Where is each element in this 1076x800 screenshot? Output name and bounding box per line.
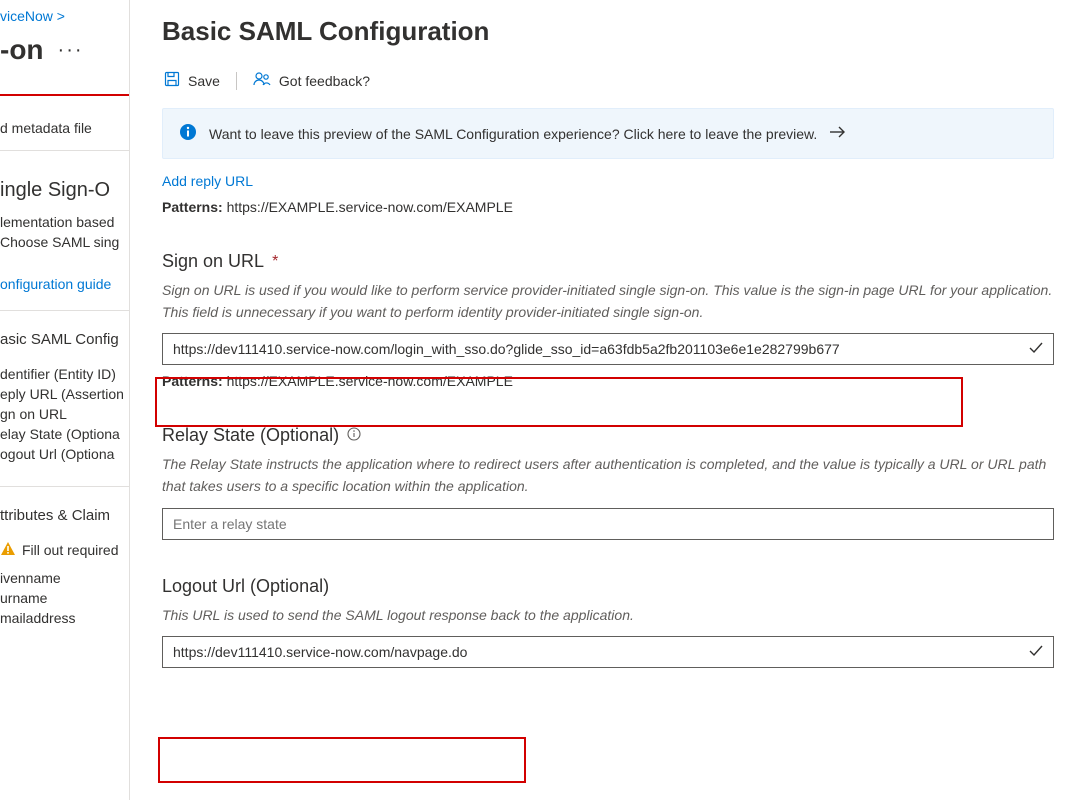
- left-panel: viceNow > -on ··· d metadata file ingle …: [0, 0, 130, 800]
- save-label: Save: [188, 73, 220, 89]
- logout-url-field: Logout Url (Optional) This URL is used t…: [162, 576, 1054, 669]
- toolbar-separator: [236, 72, 237, 90]
- relay-state-description: The Relay State instructs the applicatio…: [162, 454, 1054, 497]
- feedback-icon: [253, 71, 271, 90]
- relay-state-input[interactable]: [162, 508, 1054, 540]
- section-single-signon: ingle Sign-O: [0, 161, 129, 212]
- info-icon[interactable]: [347, 425, 361, 446]
- signon-url-description: Sign on URL is used if you would like to…: [162, 280, 1054, 323]
- logout-url-input[interactable]: [162, 636, 1054, 668]
- required-indicator: *: [272, 253, 278, 271]
- add-reply-url-link[interactable]: Add reply URL: [162, 173, 253, 189]
- relay-state-label: Relay State (Optional): [162, 425, 339, 446]
- relay-state-field: Relay State (Optional) The Relay State i…: [162, 425, 1054, 539]
- list-item: mailaddress: [0, 608, 129, 628]
- logout-url-label: Logout Url (Optional): [162, 576, 329, 597]
- patterns-text: Patterns: https://EXAMPLE.service-now.co…: [162, 199, 1054, 215]
- page-title: Basic SAML Configuration: [162, 16, 1054, 47]
- section-attributes-claims: ttributes & Claim: [0, 497, 129, 532]
- warning-text: Fill out required: [22, 540, 119, 560]
- list-item: ogout Url (Optiona: [0, 444, 129, 464]
- list-item: dentifier (Entity ID): [0, 364, 129, 384]
- save-button[interactable]: Save: [164, 71, 220, 90]
- impl-text: lementation based: [0, 212, 129, 232]
- arrow-right-icon: [829, 125, 847, 142]
- toolbar: Save Got feedback?: [164, 71, 1054, 90]
- main-panel: Basic SAML Configuration Save Got feedba…: [130, 0, 1076, 800]
- left-page-title: -on: [0, 34, 44, 66]
- more-menu-icon[interactable]: ···: [58, 39, 84, 62]
- feedback-button[interactable]: Got feedback?: [253, 71, 370, 90]
- section-basic-saml: asic SAML Config: [0, 321, 129, 356]
- save-icon: [164, 71, 180, 90]
- patterns-text: Patterns: https://EXAMPLE.service-now.co…: [162, 373, 1054, 389]
- config-guide-link[interactable]: onfiguration guide: [0, 270, 129, 298]
- impl-text: Choose SAML sing: [0, 232, 129, 252]
- warning-icon: [0, 541, 16, 560]
- signon-url-input[interactable]: [162, 333, 1054, 365]
- signon-url-label: Sign on URL: [162, 251, 264, 272]
- list-item: gn on URL: [0, 404, 129, 424]
- preview-info-bar[interactable]: Want to leave this preview of the SAML C…: [162, 108, 1054, 159]
- feedback-label: Got feedback?: [279, 73, 370, 89]
- metadata-file-link[interactable]: d metadata file: [0, 118, 129, 138]
- check-icon: [1028, 340, 1044, 359]
- list-item: eply URL (Assertion: [0, 384, 129, 404]
- logout-url-description: This URL is used to send the SAML logout…: [162, 605, 1054, 627]
- annotation-arrow: [0, 84, 129, 104]
- info-bar-text: Want to leave this preview of the SAML C…: [209, 126, 817, 142]
- breadcrumb[interactable]: viceNow >: [0, 0, 129, 24]
- info-icon: [179, 123, 197, 144]
- list-item: urname: [0, 588, 129, 608]
- signon-url-field: Sign on URL * Sign on URL is used if you…: [162, 251, 1054, 389]
- check-icon: [1028, 643, 1044, 662]
- list-item: elay State (Optiona: [0, 424, 129, 444]
- list-item: ivenname: [0, 568, 129, 588]
